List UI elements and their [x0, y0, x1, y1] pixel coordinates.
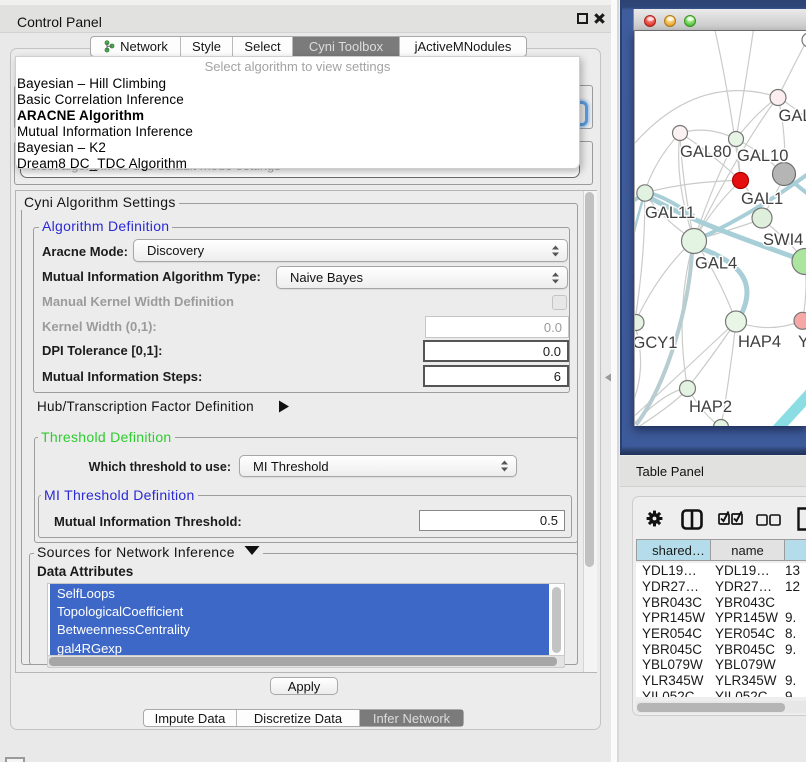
svg-text:GCY1: GCY1 [635, 334, 677, 352]
svg-text:GAL4: GAL4 [695, 255, 737, 273]
svg-text:GAL1: GAL1 [741, 190, 783, 208]
svg-text:Y: Y [798, 333, 806, 351]
svg-text:GAL10: GAL10 [737, 147, 788, 165]
svg-text:HAP2: HAP2 [689, 398, 732, 416]
svg-text:HAP4: HAP4 [738, 333, 781, 351]
svg-text:GAL7: GAL7 [779, 107, 806, 125]
svg-text:GAL11: GAL11 [645, 204, 695, 222]
svg-text:GAL80: GAL80 [680, 143, 731, 161]
svg-text:SWI4: SWI4 [763, 231, 803, 249]
